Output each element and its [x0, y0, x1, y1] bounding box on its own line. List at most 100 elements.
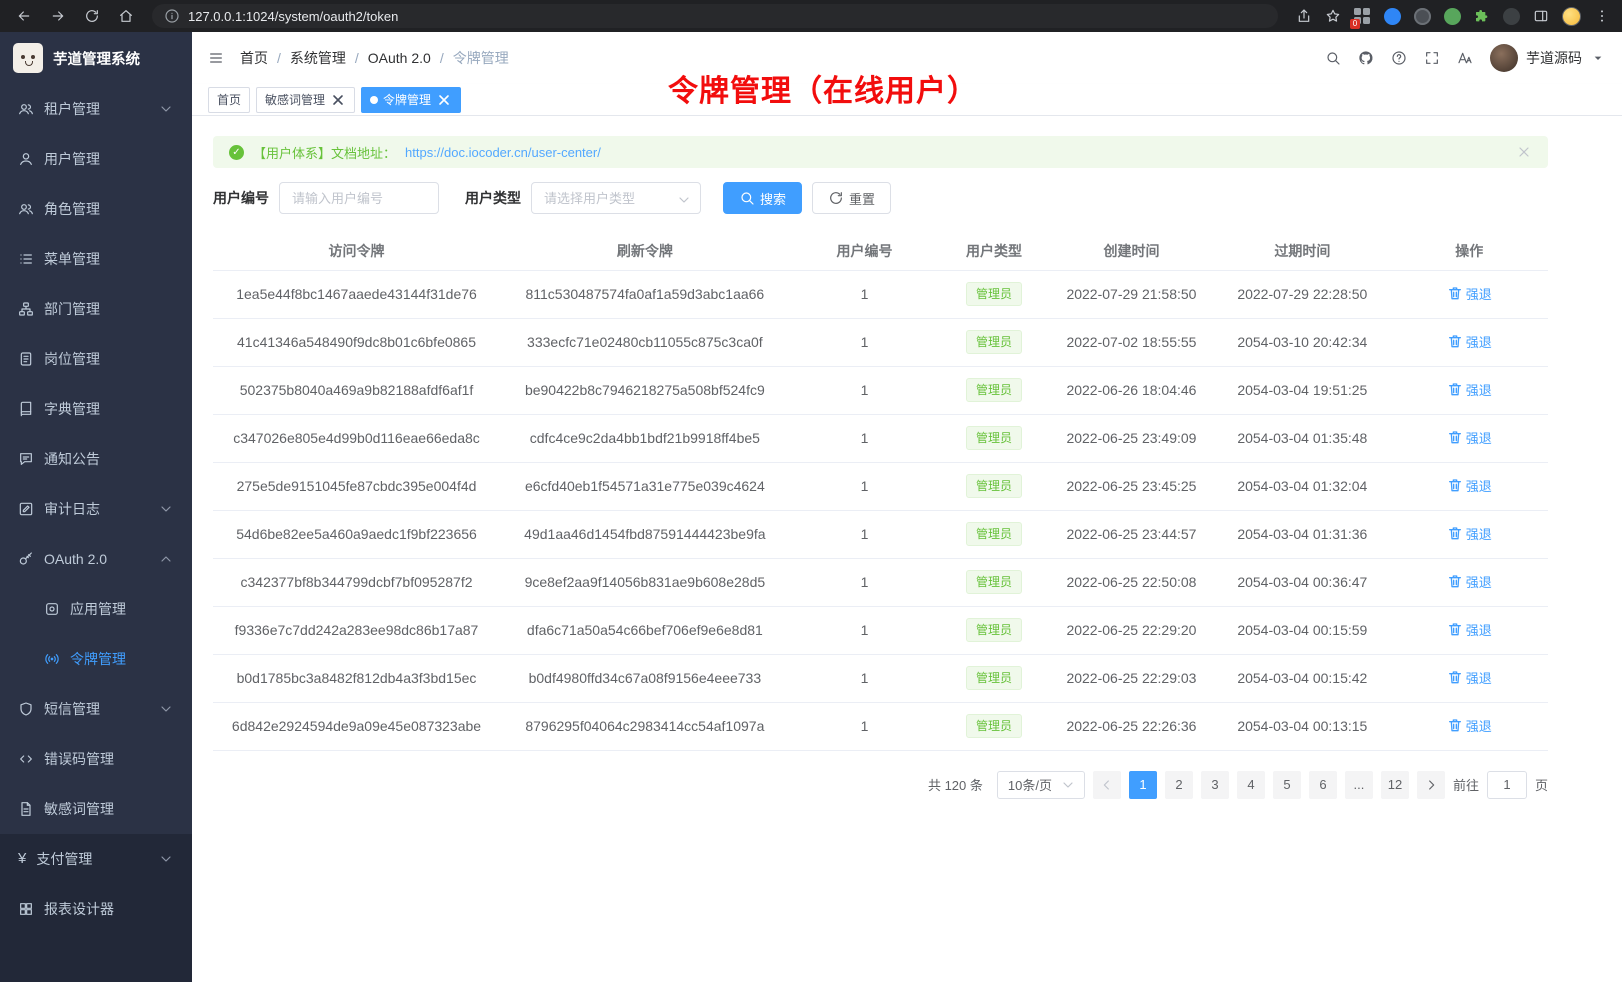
sidebar-item-user[interactable]: 用户管理: [0, 134, 192, 184]
share-icon[interactable]: [1296, 8, 1312, 24]
reset-button[interactable]: 重置: [812, 182, 891, 214]
user-type-select[interactable]: [531, 182, 701, 214]
url-text[interactable]: 127.0.0.1:1024/system/oauth2/token: [188, 9, 398, 24]
browser-nav: [12, 8, 134, 24]
page-button[interactable]: 12: [1381, 771, 1409, 799]
browser-reload-button[interactable]: [84, 8, 100, 24]
sidebar-item-report-designer[interactable]: 报表设计器: [0, 884, 192, 934]
sidebar-item-oauth-app[interactable]: 应用管理: [0, 584, 192, 634]
force-logout-button[interactable]: 强退: [1447, 524, 1492, 543]
sidebar-item-role[interactable]: 角色管理: [0, 184, 192, 234]
page-button[interactable]: 4: [1237, 771, 1265, 799]
create-time-cell: 2022-07-02 18:55:55: [1049, 318, 1215, 366]
page-button[interactable]: 3: [1201, 771, 1229, 799]
user-type-cell: 管理员: [939, 270, 1048, 318]
trash-icon: [1447, 285, 1463, 301]
site-info-icon[interactable]: [164, 8, 180, 24]
document-icon: [18, 801, 34, 817]
table-row: b0d1785bc3a8482f812db4a3f3bd15ec b0df498…: [213, 654, 1548, 702]
force-logout-button[interactable]: 强退: [1447, 668, 1492, 687]
page-button[interactable]: 5: [1273, 771, 1301, 799]
sidebar-collapse-button[interactable]: [208, 50, 224, 66]
goto-page-input[interactable]: [1487, 771, 1527, 799]
expire-time-cell: 2022-07-29 22:28:50: [1214, 270, 1390, 318]
extension-icon-blue[interactable]: [1384, 8, 1401, 25]
sidebar-item-sms[interactable]: 短信管理: [0, 684, 192, 734]
user-menu[interactable]: 芋道源码: [1490, 44, 1606, 72]
action-cell: 强退: [1390, 606, 1548, 654]
sidebar-item-sensitive-word[interactable]: 敏感词管理: [0, 784, 192, 834]
breadcrumb-item-home[interactable]: 首页: [240, 48, 268, 68]
search-submit-button[interactable]: 搜索: [723, 182, 802, 214]
close-icon[interactable]: [330, 92, 346, 108]
page-size-select[interactable]: 10条/页: [997, 771, 1085, 799]
alert-close-icon[interactable]: [1516, 144, 1532, 160]
extension-icon-dark[interactable]: [1414, 8, 1431, 25]
refresh-token-cell: 333ecfc71e02480cb11055c875c3ca0f: [500, 318, 790, 366]
nav-label: 通知公告: [44, 449, 100, 469]
tab-label: 敏感词管理: [265, 91, 325, 108]
refresh-token-cell: 811c530487574fa0af1a59d3abc1aa66: [500, 270, 790, 318]
browser-menu-icon[interactable]: [1594, 8, 1610, 24]
sidebar-item-notice[interactable]: 通知公告: [0, 434, 192, 484]
force-logout-button[interactable]: 强退: [1447, 380, 1492, 399]
force-logout-button[interactable]: 强退: [1447, 476, 1492, 495]
extension-grid-icon[interactable]: 0: [1354, 8, 1371, 25]
trash-icon: [1447, 333, 1463, 349]
doc-link[interactable]: https://doc.iocoder.cn/user-center/: [405, 145, 601, 160]
page-button[interactable]: 1: [1129, 771, 1157, 799]
prev-page-button[interactable]: [1093, 771, 1121, 799]
force-logout-button[interactable]: 强退: [1447, 332, 1492, 351]
help-icon[interactable]: [1391, 50, 1407, 66]
extension-icon-green[interactable]: [1444, 8, 1461, 25]
sidebar-item-oauth[interactable]: OAuth 2.0: [0, 534, 192, 584]
active-tab-dot: [370, 96, 378, 104]
sidebar-item-post[interactable]: 岗位管理: [0, 334, 192, 384]
sidebar-item-error-code[interactable]: 错误码管理: [0, 734, 192, 784]
force-logout-button[interactable]: 强退: [1447, 620, 1492, 639]
tab-token[interactable]: 令牌管理: [361, 87, 461, 113]
fullscreen-icon[interactable]: [1424, 50, 1440, 66]
sidebar-item-menu[interactable]: 菜单管理: [0, 234, 192, 284]
address-bar[interactable]: 127.0.0.1:1024/system/oauth2/token: [152, 4, 1278, 28]
github-icon[interactable]: [1358, 50, 1374, 66]
page-button[interactable]: 2: [1165, 771, 1193, 799]
force-logout-button[interactable]: 强退: [1447, 428, 1492, 447]
sidebar-item-dept[interactable]: 部门管理: [0, 284, 192, 334]
page-more-button[interactable]: ...: [1345, 771, 1373, 799]
sidebar-item-tenant[interactable]: 租户管理: [0, 84, 192, 134]
close-icon[interactable]: [436, 92, 452, 108]
breadcrumb-item-system[interactable]: 系统管理: [290, 48, 346, 68]
user-id-input[interactable]: [279, 182, 439, 214]
next-page-button[interactable]: [1417, 771, 1445, 799]
user-type-select-input[interactable]: [531, 182, 701, 214]
browser-profile-avatar[interactable]: [1562, 7, 1581, 26]
force-logout-button[interactable]: 强退: [1447, 284, 1492, 303]
side-panel-icon[interactable]: [1533, 8, 1549, 24]
breadcrumb-item-oauth[interactable]: OAuth 2.0: [368, 50, 431, 66]
app-logo[interactable]: 芋道管理系统: [0, 32, 192, 84]
force-logout-label: 强退: [1466, 332, 1492, 351]
force-logout-button[interactable]: 强退: [1447, 716, 1492, 735]
user-type-cell: 管理员: [939, 462, 1048, 510]
bookmark-star-icon[interactable]: [1325, 8, 1341, 24]
refresh-token-cell: be90422b8c7946218275a508bf524fc9: [500, 366, 790, 414]
extensions-puzzle-icon[interactable]: [1474, 8, 1490, 24]
extension-icon-paw[interactable]: [1503, 8, 1520, 25]
force-logout-button[interactable]: 强退: [1447, 572, 1492, 591]
tab-home[interactable]: 首页: [208, 87, 250, 113]
font-size-icon[interactable]: [1457, 50, 1473, 66]
tab-sensitive-word[interactable]: 敏感词管理: [256, 87, 355, 113]
search-icon[interactable]: [1325, 50, 1341, 66]
sidebar-item-pay[interactable]: ¥ 支付管理: [0, 834, 192, 884]
user-type-cell: 管理员: [939, 654, 1048, 702]
action-cell: 强退: [1390, 702, 1548, 750]
sidebar-item-dict[interactable]: 字典管理: [0, 384, 192, 434]
page-button[interactable]: 6: [1309, 771, 1337, 799]
browser-back-button[interactable]: [16, 8, 32, 24]
sidebar-item-oauth-token[interactable]: 令牌管理: [0, 634, 192, 684]
browser-home-button[interactable]: [118, 8, 134, 24]
sidebar-item-audit-log[interactable]: 审计日志: [0, 484, 192, 534]
book-icon: [18, 401, 34, 417]
browser-forward-button[interactable]: [50, 8, 66, 24]
